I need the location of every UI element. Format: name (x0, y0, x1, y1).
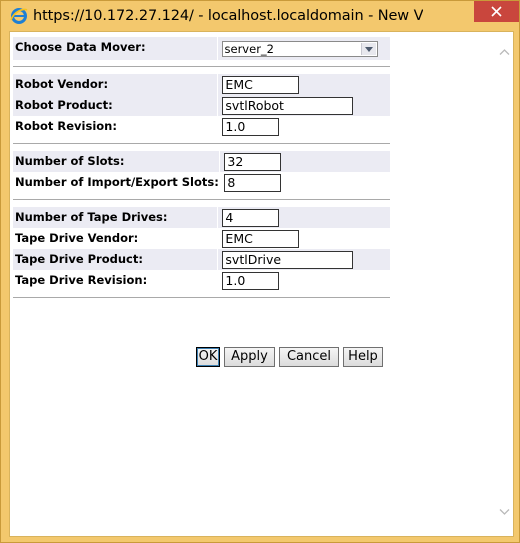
robot-section: Robot Vendor: EMC Robot Product: svtlRob… (13, 74, 390, 137)
apply-button[interactable]: Apply (224, 347, 275, 367)
title-bar[interactable]: https://10.172.27.124/ - localhost.local… (1, 1, 519, 31)
tape-revision-label: Tape Drive Revision: (13, 270, 218, 291)
data-mover-section: Choose Data Mover: server_2 (13, 37, 390, 60)
divider (13, 297, 390, 299)
popup-window: https://10.172.27.124/ - localhost.local… (0, 0, 520, 543)
dialog-content: Choose Data Mover: server_2 Robot Vendor… (9, 31, 514, 537)
robot-vendor-label: Robot Vendor: (13, 74, 218, 95)
num-tape-drives-label: Number of Tape Drives: (13, 207, 218, 228)
num-tape-drives-input[interactable]: 4 (222, 209, 280, 227)
tape-product-input[interactable]: svtlDrive (222, 251, 354, 269)
tape-drive-section: Number of Tape Drives: 4 Tape Drive Vend… (13, 207, 390, 291)
window-title: https://10.172.27.124/ - localhost.local… (33, 8, 423, 24)
data-mover-select[interactable]: server_2 (221, 41, 378, 57)
dropdown-arrow-icon[interactable] (360, 43, 376, 55)
help-button[interactable]: Help (343, 347, 383, 367)
robot-revision-label: Robot Revision: (13, 116, 218, 137)
vertical-scrollbar[interactable] (496, 32, 513, 536)
robot-revision-input[interactable]: 1.0 (222, 118, 280, 136)
scroll-up-icon[interactable] (499, 47, 510, 58)
num-ie-slots-input[interactable]: 8 (224, 174, 282, 192)
ok-button[interactable]: OK (196, 347, 220, 367)
button-bar: OK Apply Cancel Help (196, 347, 383, 367)
tape-product-label: Tape Drive Product: (13, 249, 218, 270)
tape-vendor-input[interactable]: EMC (222, 230, 300, 248)
robot-product-label: Robot Product: (13, 95, 218, 116)
cancel-button[interactable]: Cancel (279, 347, 339, 367)
tape-vendor-label: Tape Drive Vendor: (13, 228, 218, 249)
form-row: Choose Data Mover: server_2 (13, 37, 390, 60)
internet-explorer-icon (10, 8, 28, 24)
num-slots-label: Number of Slots: (13, 151, 220, 172)
robot-vendor-input[interactable]: EMC (222, 76, 300, 94)
close-button[interactable] (474, 1, 519, 22)
data-mover-label: Choose Data Mover: (13, 37, 218, 60)
close-icon (491, 6, 502, 17)
tape-revision-input[interactable]: 1.0 (222, 272, 280, 290)
data-mover-value: server_2 (224, 42, 274, 56)
num-slots-input[interactable]: 32 (224, 153, 282, 171)
slots-section: Number of Slots: 32 Number of Import/Exp… (13, 151, 390, 193)
tape-library-form: Choose Data Mover: server_2 Robot Vendor… (13, 37, 390, 299)
robot-product-input[interactable]: svtlRobot (222, 97, 354, 115)
num-ie-slots-label: Number of Import/Export Slots: (13, 172, 220, 193)
scroll-down-icon[interactable] (499, 506, 510, 517)
